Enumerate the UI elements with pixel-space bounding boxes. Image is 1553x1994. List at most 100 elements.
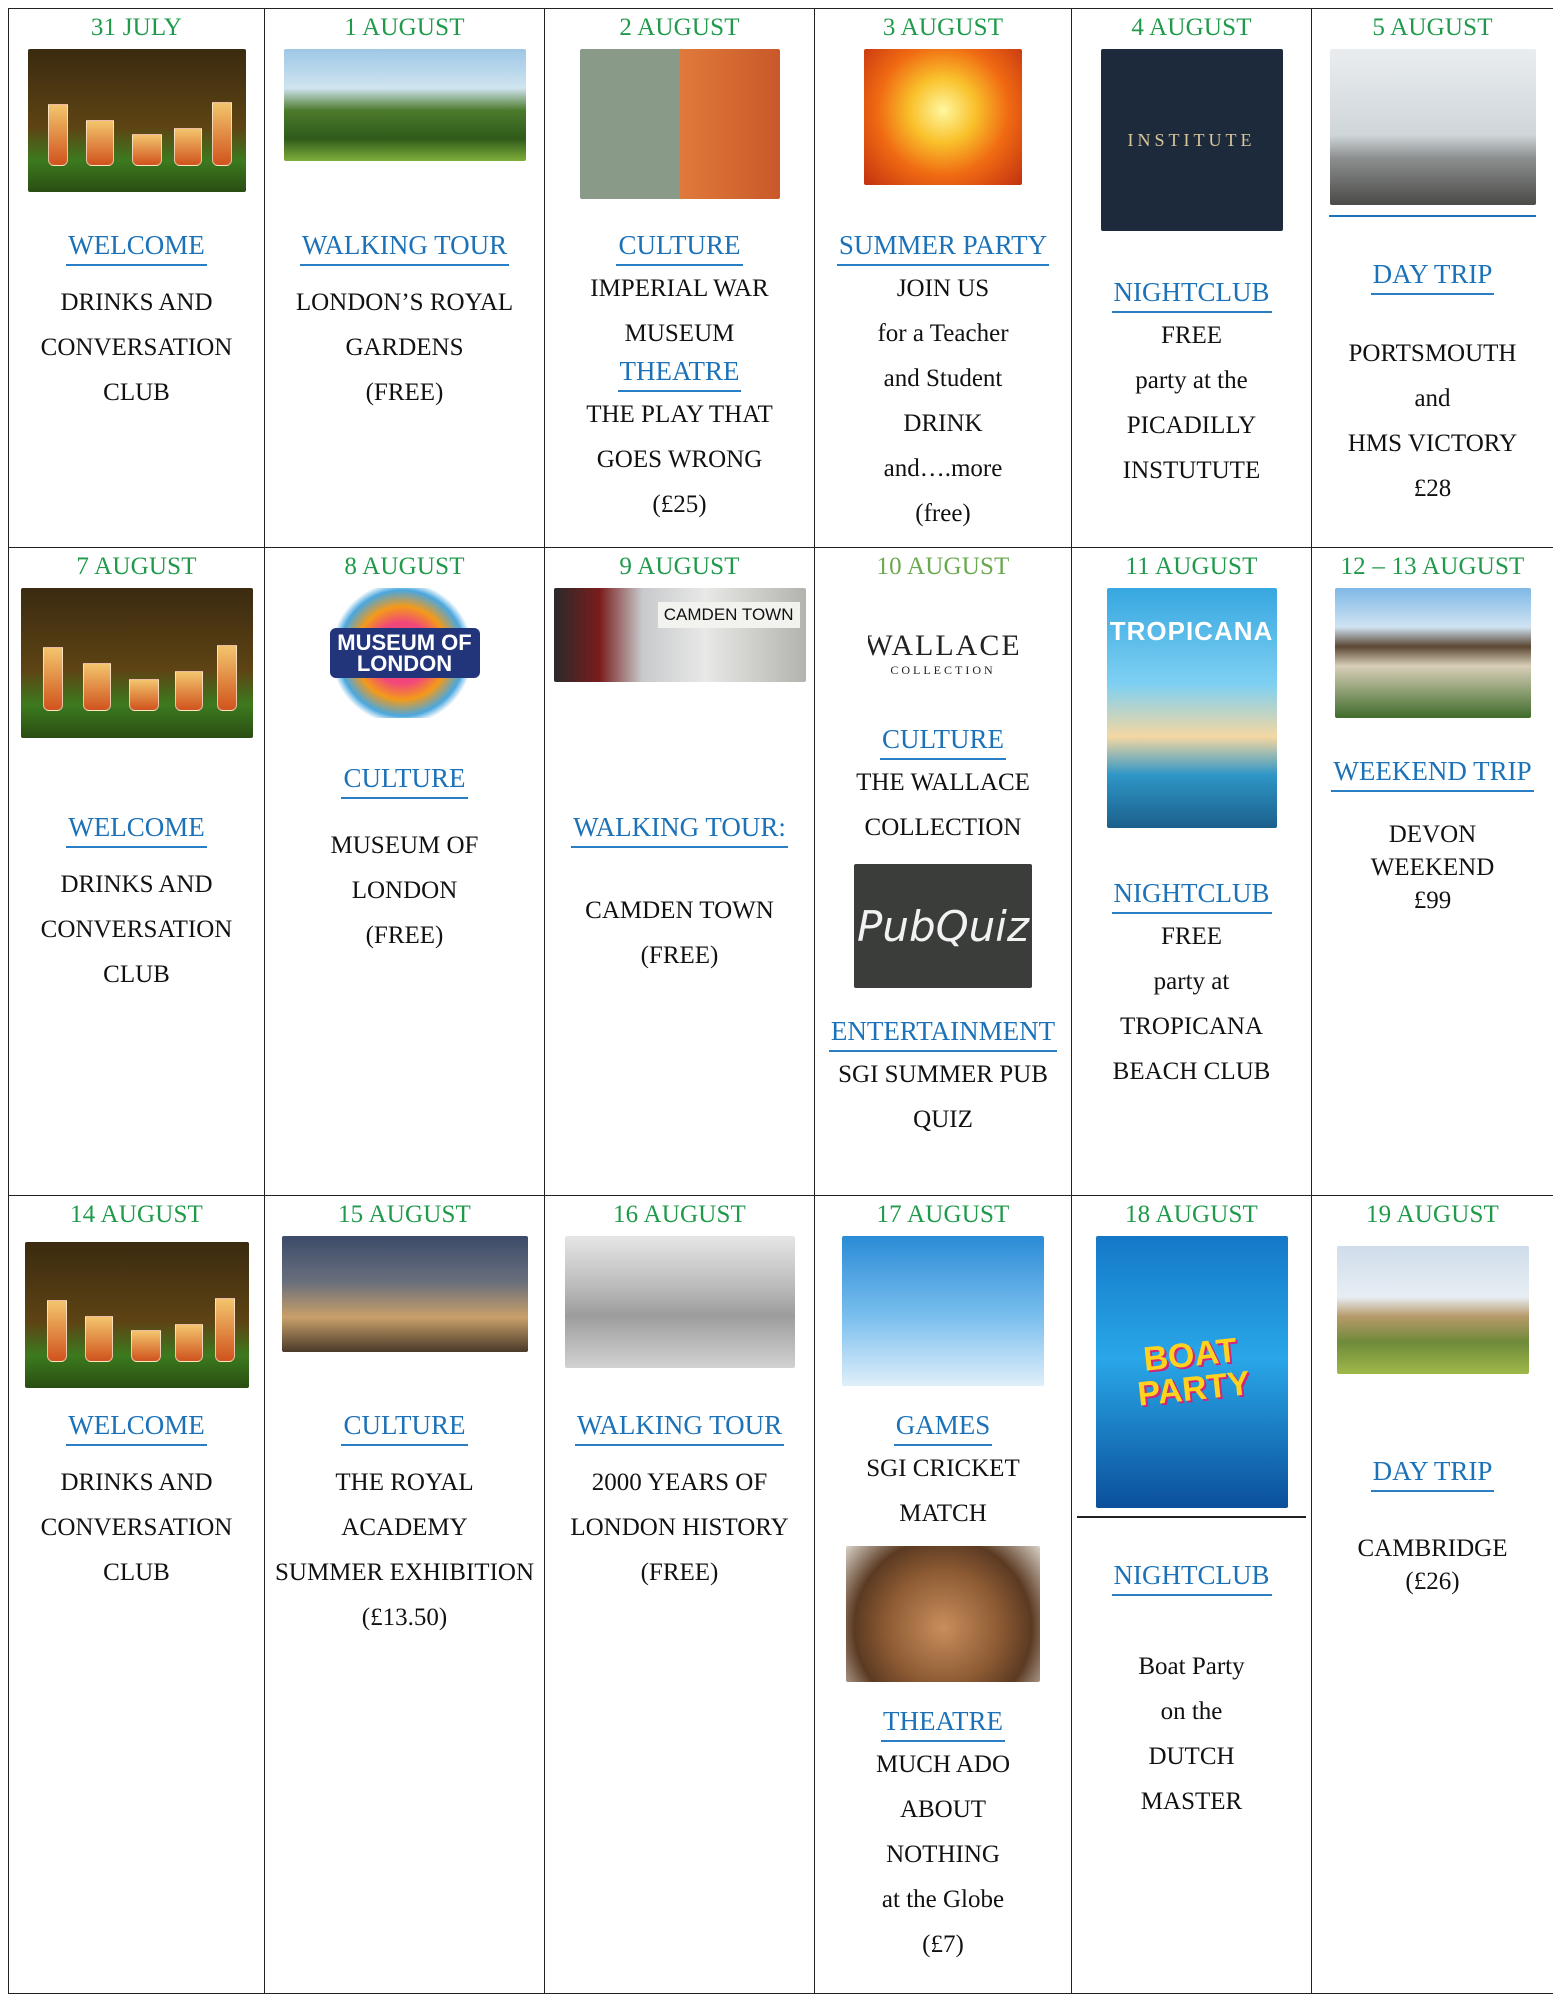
boat-party-poster-image: BOAT PARTY — [1096, 1236, 1288, 1508]
event-cell-aug14: 14 AUGUST WELCOME DRINKS AND CONVERSATIO… — [9, 1196, 265, 1994]
event-description-line: DEVON — [1389, 818, 1477, 851]
event-date: 11 AUGUST — [1125, 552, 1257, 582]
event-description-line: COLLECTION — [865, 805, 1022, 850]
war-museum-image — [580, 49, 780, 199]
event-category: CULTURE — [616, 230, 742, 266]
event-cell-aug11: 11 AUGUST TROPICANA NIGHTCLUB FREE party… — [1072, 548, 1312, 1196]
event-description-line: DRINKS AND — [60, 280, 212, 325]
event-category: SUMMER PARTY — [837, 230, 1049, 266]
old-london-engraving-image — [565, 1236, 795, 1368]
event-description-line: and….more — [884, 446, 1003, 491]
event-description-line: GOES WRONG — [597, 437, 763, 482]
event-category: NIGHTCLUB — [1112, 878, 1272, 914]
event-description-line: CAMDEN TOWN — [585, 888, 774, 933]
event-description-line: WEEKEND — [1371, 851, 1495, 884]
event-description-line: MUCH ADO — [876, 1742, 1010, 1787]
chalkboard-text: PubQuiz — [857, 902, 1029, 951]
event-description-line: PORTSMOUTH — [1349, 331, 1517, 376]
event-category: CULTURE — [880, 724, 1006, 760]
event-description-line: JOIN US — [897, 266, 989, 311]
event-description-line: SGI SUMMER PUB — [838, 1052, 1048, 1097]
divider — [1329, 215, 1536, 217]
logo-text: MUSEUM OF LONDON — [330, 628, 480, 678]
event-category: NIGHTCLUB — [1112, 277, 1272, 313]
wallace-collection-logo: WALLACE COLLECTION — [868, 588, 1018, 718]
event-date: 19 AUGUST — [1366, 1200, 1499, 1230]
event-cell-aug7: 7 AUGUST WELCOME DRINKS AND CONVERSATION… — [9, 548, 265, 1196]
event-description-line: BEACH CLUB — [1113, 1049, 1271, 1094]
event-description-line: THE WALLACE — [856, 760, 1030, 805]
event-category: CULTURE — [341, 763, 467, 799]
camden-town-station-image: CAMDEN TOWN — [554, 588, 806, 682]
event-category: WALKING TOUR — [575, 1410, 784, 1446]
event-description-line: CONVERSATION — [41, 1505, 233, 1550]
cricket-stumps-image — [842, 1236, 1044, 1386]
devon-group-image — [1335, 588, 1531, 718]
event-description-line: HMS VICTORY — [1348, 421, 1517, 466]
event-category: GAMES — [894, 1410, 993, 1446]
event-description-line: (£25) — [652, 482, 706, 527]
event-description-line: SGI CRICKET — [866, 1446, 1019, 1491]
event-cell-jul31: 31 JULY WELCOME DRINKS AND CONVERSATION … — [9, 9, 265, 548]
park-image — [284, 49, 526, 161]
event-description-line: LONDON — [352, 868, 458, 913]
pub-quiz-image: PubQuiz — [854, 864, 1032, 988]
event-description-line: CAMBRIDGE — [1357, 1532, 1507, 1565]
event-description-line: on the — [1161, 1689, 1223, 1734]
event-description-line: MATCH — [899, 1491, 987, 1536]
event-cell-aug9: 9 AUGUST CAMDEN TOWN WALKING TOUR: CAMDE… — [545, 548, 815, 1196]
event-description-line: FREE — [1161, 914, 1222, 959]
event-description-line: (FREE) — [366, 913, 444, 958]
event-cell-aug2: 2 AUGUST CULTURE IMPERIAL WAR MUSEUM THE… — [545, 9, 815, 548]
event-description-line: CONVERSATION — [41, 325, 233, 370]
event-description-line: MUSEUM OF — [331, 823, 479, 868]
event-date: 7 AUGUST — [76, 552, 196, 582]
event-description-line: IMPERIAL WAR — [590, 266, 768, 311]
cocktails-image — [21, 588, 253, 738]
event-category: CULTURE — [341, 1410, 467, 1446]
event-description-line: DRINKS AND — [60, 862, 212, 907]
event-description-line: LONDON’S ROYAL — [296, 280, 513, 325]
event-cell-aug1: 1 AUGUST WALKING TOUR LONDON’S ROYAL GAR… — [265, 9, 545, 548]
museum-of-london-logo: MUSEUM OF LONDON — [330, 588, 480, 718]
logo-text: INSTITUTE — [1128, 130, 1256, 151]
event-description-line: CONVERSATION — [41, 907, 233, 952]
event-category: WALKING TOUR: — [571, 812, 788, 848]
event-category: WALKING TOUR — [300, 230, 509, 266]
piccadilly-institute-logo: INSTITUTE — [1101, 49, 1283, 231]
event-date: 5 AUGUST — [1372, 13, 1492, 43]
event-cell-aug3: 3 AUGUST SUMMER PARTY JOIN US for a Teac… — [815, 9, 1072, 548]
event-description-line: MASTER — [1141, 1779, 1242, 1824]
event-description-line: SUMMER EXHIBITION — [275, 1550, 534, 1595]
station-sign-text: CAMDEN TOWN — [658, 602, 800, 628]
logo-text: WALLACE — [868, 629, 1018, 663]
event-description-line: QUIZ — [913, 1097, 973, 1142]
event-date: 15 AUGUST — [338, 1200, 471, 1230]
event-category: WELCOME — [66, 230, 206, 266]
event-description-line: INSTUTUTE — [1123, 448, 1260, 493]
event-description-line: (FREE) — [641, 1550, 719, 1595]
event-description-line: THE ROYAL — [335, 1460, 473, 1505]
event-cell-aug4: 4 AUGUST INSTITUTE NIGHTCLUB FREE party … — [1072, 9, 1312, 548]
event-category: DAY TRIP — [1371, 259, 1495, 295]
cocktails-image — [28, 49, 246, 192]
event-description-line: £99 — [1414, 884, 1452, 917]
event-date: 8 AUGUST — [344, 552, 464, 582]
event-description-line: DRINKS AND — [60, 1460, 212, 1505]
event-date: 12 – 13 AUGUST — [1340, 552, 1524, 582]
cambridge-image — [1337, 1246, 1529, 1374]
event-description-line: CLUB — [103, 952, 170, 997]
event-description-line: MUSEUM — [625, 311, 735, 356]
royal-academy-image — [282, 1236, 528, 1352]
event-description-line: CLUB — [103, 370, 170, 415]
event-category: NIGHTCLUB — [1112, 1560, 1272, 1596]
event-description-line: (FREE) — [366, 370, 444, 415]
event-category: THEATRE — [881, 1706, 1005, 1742]
event-description-line: PICADILLY — [1127, 403, 1256, 448]
event-cell-aug10: 10 AUGUST WALLACE COLLECTION CULTURE THE… — [815, 548, 1072, 1196]
event-date: 4 AUGUST — [1131, 13, 1251, 43]
hms-victory-image — [1330, 49, 1536, 205]
event-date: 16 AUGUST — [613, 1200, 746, 1230]
event-description-line: TROPICANA — [1120, 1004, 1263, 1049]
event-description-line: NOTHING — [886, 1832, 1000, 1877]
